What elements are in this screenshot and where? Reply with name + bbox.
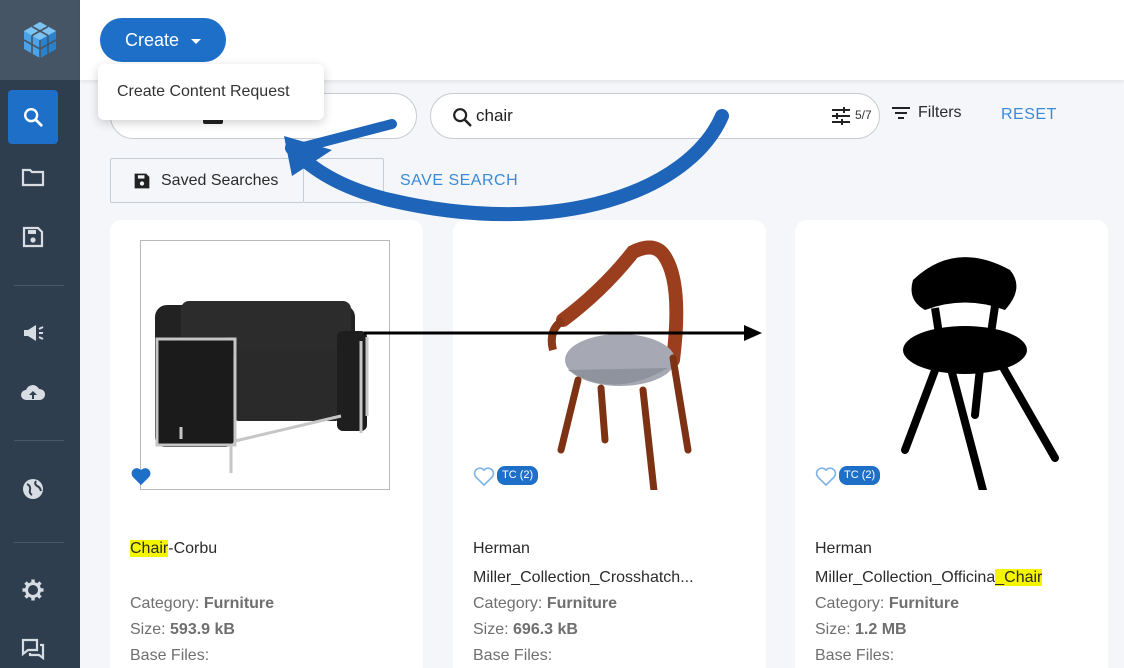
sidebar-divider [14,285,64,286]
favorite-heart-icon[interactable] [473,466,495,486]
tune-icon[interactable] [831,107,851,125]
megaphone-icon [24,325,44,341]
saved-searches-clear[interactable] [304,158,384,203]
chat-icon [21,638,45,660]
asset-card[interactable]: TC (2) Herman Miller_Collection_Crosshat… [453,220,766,668]
save-search-button[interactable]: SAVE SEARCH [400,172,518,190]
asset-name: Chair-Corbu [130,540,218,557]
asset-thumbnail[interactable] [140,240,390,490]
asset-card[interactable]: TC (2) Herman Miller_Collection_Officina… [795,220,1108,668]
sidebar [0,0,80,668]
asset-thumbnail[interactable] [483,240,733,504]
result-counter: 5/7 [855,108,872,122]
sidebar-divider [14,440,64,441]
filter-icon [892,107,910,119]
search-icon [24,108,43,127]
asset-category: Furniture [546,595,618,612]
gear-icon [22,579,44,601]
sidebar-item-announcements[interactable] [8,306,58,360]
cloud-upload-icon [21,385,46,400]
filters-label: Filters [918,104,962,121]
saved-searches-button[interactable]: Saved Searches [110,158,304,203]
black-chair-silhouette [901,257,1059,502]
asset-category: Furniture [203,595,275,612]
favorite-heart-icon[interactable] [815,466,837,486]
asset-card[interactable]: Chair-Corbu Category: Furniture Size: 59… [110,220,423,668]
asset-size: 696.3 kB [513,621,578,638]
asset-name: Herman Miller_Collection_Crosshatch... [473,540,694,586]
favorite-heart-icon[interactable] [130,466,152,486]
tc-badge[interactable]: TC (2) [839,466,881,485]
sidebar-item-search[interactable] [8,90,58,144]
asset-category: Furniture [888,595,960,612]
create-button[interactable]: Create [100,18,226,62]
create-menu: Create Content Request [98,64,324,120]
asset-size: 593.9 kB [170,621,235,638]
asset-meta: Category: Furniture Size: 696.3 kB Base … [473,595,618,664]
folder-icon [21,168,45,187]
sidebar-item-messages[interactable] [8,622,58,668]
sidebar-divider [14,542,64,543]
menu-item-create-content-request[interactable]: Create Content Request [117,83,290,101]
asset-meta: Category: Furniture Size: 593.9 kB Base … [130,595,275,664]
caret-down-icon [191,38,202,44]
search-bar[interactable]: 5/7 [430,93,880,139]
search-icon [453,108,472,127]
armchair-image [141,241,389,489]
wooden-chair-image [547,240,692,504]
create-button-label: Create [124,29,180,50]
sidebar-item-upload[interactable] [8,366,58,420]
asset-name: Herman Miller_Collection_Officina_Chair [815,540,1043,586]
asset-size: 1.2 MB [855,621,907,638]
sidebar-item-folders[interactable] [8,150,58,204]
tc-badge[interactable]: TC (2) [497,466,539,485]
asset-meta: Category: Furniture Size: 1.2 MB Base Fi… [815,595,960,664]
sidebar-item-settings[interactable] [8,563,58,617]
search-input[interactable] [476,104,806,128]
asset-thumbnail[interactable] [825,240,1075,502]
saved-searches-label: Saved Searches [161,171,279,189]
save-icon [22,226,44,248]
save-icon [134,173,150,188]
cube-logo[interactable] [0,0,80,80]
filters-button[interactable]: Filters [892,104,962,122]
sidebar-item-saved[interactable] [8,210,58,264]
sidebar-item-globe[interactable] [8,462,58,516]
reset-button[interactable]: RESET [1001,106,1057,124]
globe-icon [23,479,43,499]
